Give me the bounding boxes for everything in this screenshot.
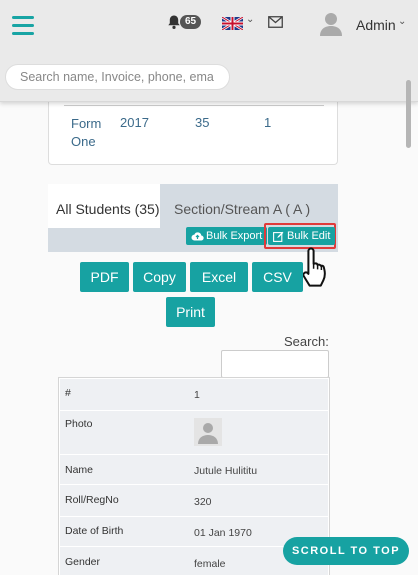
csv-button[interactable]: CSV	[252, 262, 303, 292]
excel-button[interactable]: Excel	[190, 262, 248, 292]
bulk-edit-button[interactable]: Bulk Edit	[268, 227, 336, 245]
student-photo	[194, 418, 222, 446]
row-label-dob: Date of Birth	[65, 525, 124, 537]
row-divider	[60, 516, 328, 517]
menu-icon[interactable]	[12, 16, 34, 36]
row-label-number: #	[65, 387, 71, 399]
divider	[64, 105, 324, 106]
row-label-roll: Roll/RegNo	[65, 494, 119, 506]
print-button[interactable]: Print	[166, 297, 215, 327]
row-label-gender: Gender	[65, 556, 101, 568]
pdf-button[interactable]: PDF	[80, 262, 129, 292]
cloud-upload-icon	[191, 232, 204, 241]
uk-flag-icon[interactable]	[222, 17, 243, 30]
row-label-photo: Photo	[65, 418, 93, 430]
bulk-export-label: Bulk Export	[206, 230, 263, 242]
row-value-gender: female	[194, 558, 226, 570]
pointing-hand-icon	[302, 247, 326, 287]
copy-button[interactable]: Copy	[133, 262, 186, 292]
avatar-icon[interactable]	[320, 12, 342, 36]
table-search-label: Search:	[284, 334, 329, 349]
row-divider	[60, 484, 328, 485]
student-tabs: All Students (35) Section/Stream A ( A )…	[48, 184, 338, 252]
row-divider	[60, 410, 328, 411]
user-name[interactable]: Admin	[356, 17, 396, 33]
scrollbar-thumb[interactable]	[406, 80, 411, 148]
row-value-dob: 01 Jan 1970	[194, 527, 252, 539]
bulk-export-button[interactable]: Bulk Export	[186, 227, 268, 245]
tab-section-stream-a[interactable]: Section/Stream A ( A )	[174, 201, 310, 217]
language-chevron-down-icon[interactable]: ⌄	[246, 14, 254, 25]
edit-icon	[273, 231, 284, 242]
top-navbar: 65 ⌄ Admin ⌄	[0, 0, 418, 102]
table-search-input[interactable]	[221, 350, 329, 378]
row-value-number: 1	[194, 389, 200, 401]
global-search-input[interactable]	[5, 64, 230, 90]
row-divider	[60, 454, 328, 455]
summary-count: 35	[195, 115, 210, 130]
bulk-edit-label: Bulk Edit	[287, 230, 331, 242]
summary-year: 2017	[120, 115, 149, 130]
summary-stream: 1	[264, 115, 272, 130]
user-placeholder-icon	[198, 423, 218, 444]
row-value-roll: 320	[194, 496, 212, 508]
mail-icon[interactable]	[268, 16, 283, 28]
user-chevron-down-icon[interactable]: ⌄	[398, 16, 406, 27]
row-value-name: Jutule Hulititu	[194, 465, 258, 477]
notification-badge: 65	[180, 15, 202, 29]
row-label-name: Name	[65, 464, 94, 476]
scroll-to-top-button[interactable]: SCROLL TO TOP	[283, 537, 409, 565]
tab-all-students[interactable]: All Students (35)	[48, 184, 160, 228]
summary-form: Form One	[71, 116, 102, 149]
